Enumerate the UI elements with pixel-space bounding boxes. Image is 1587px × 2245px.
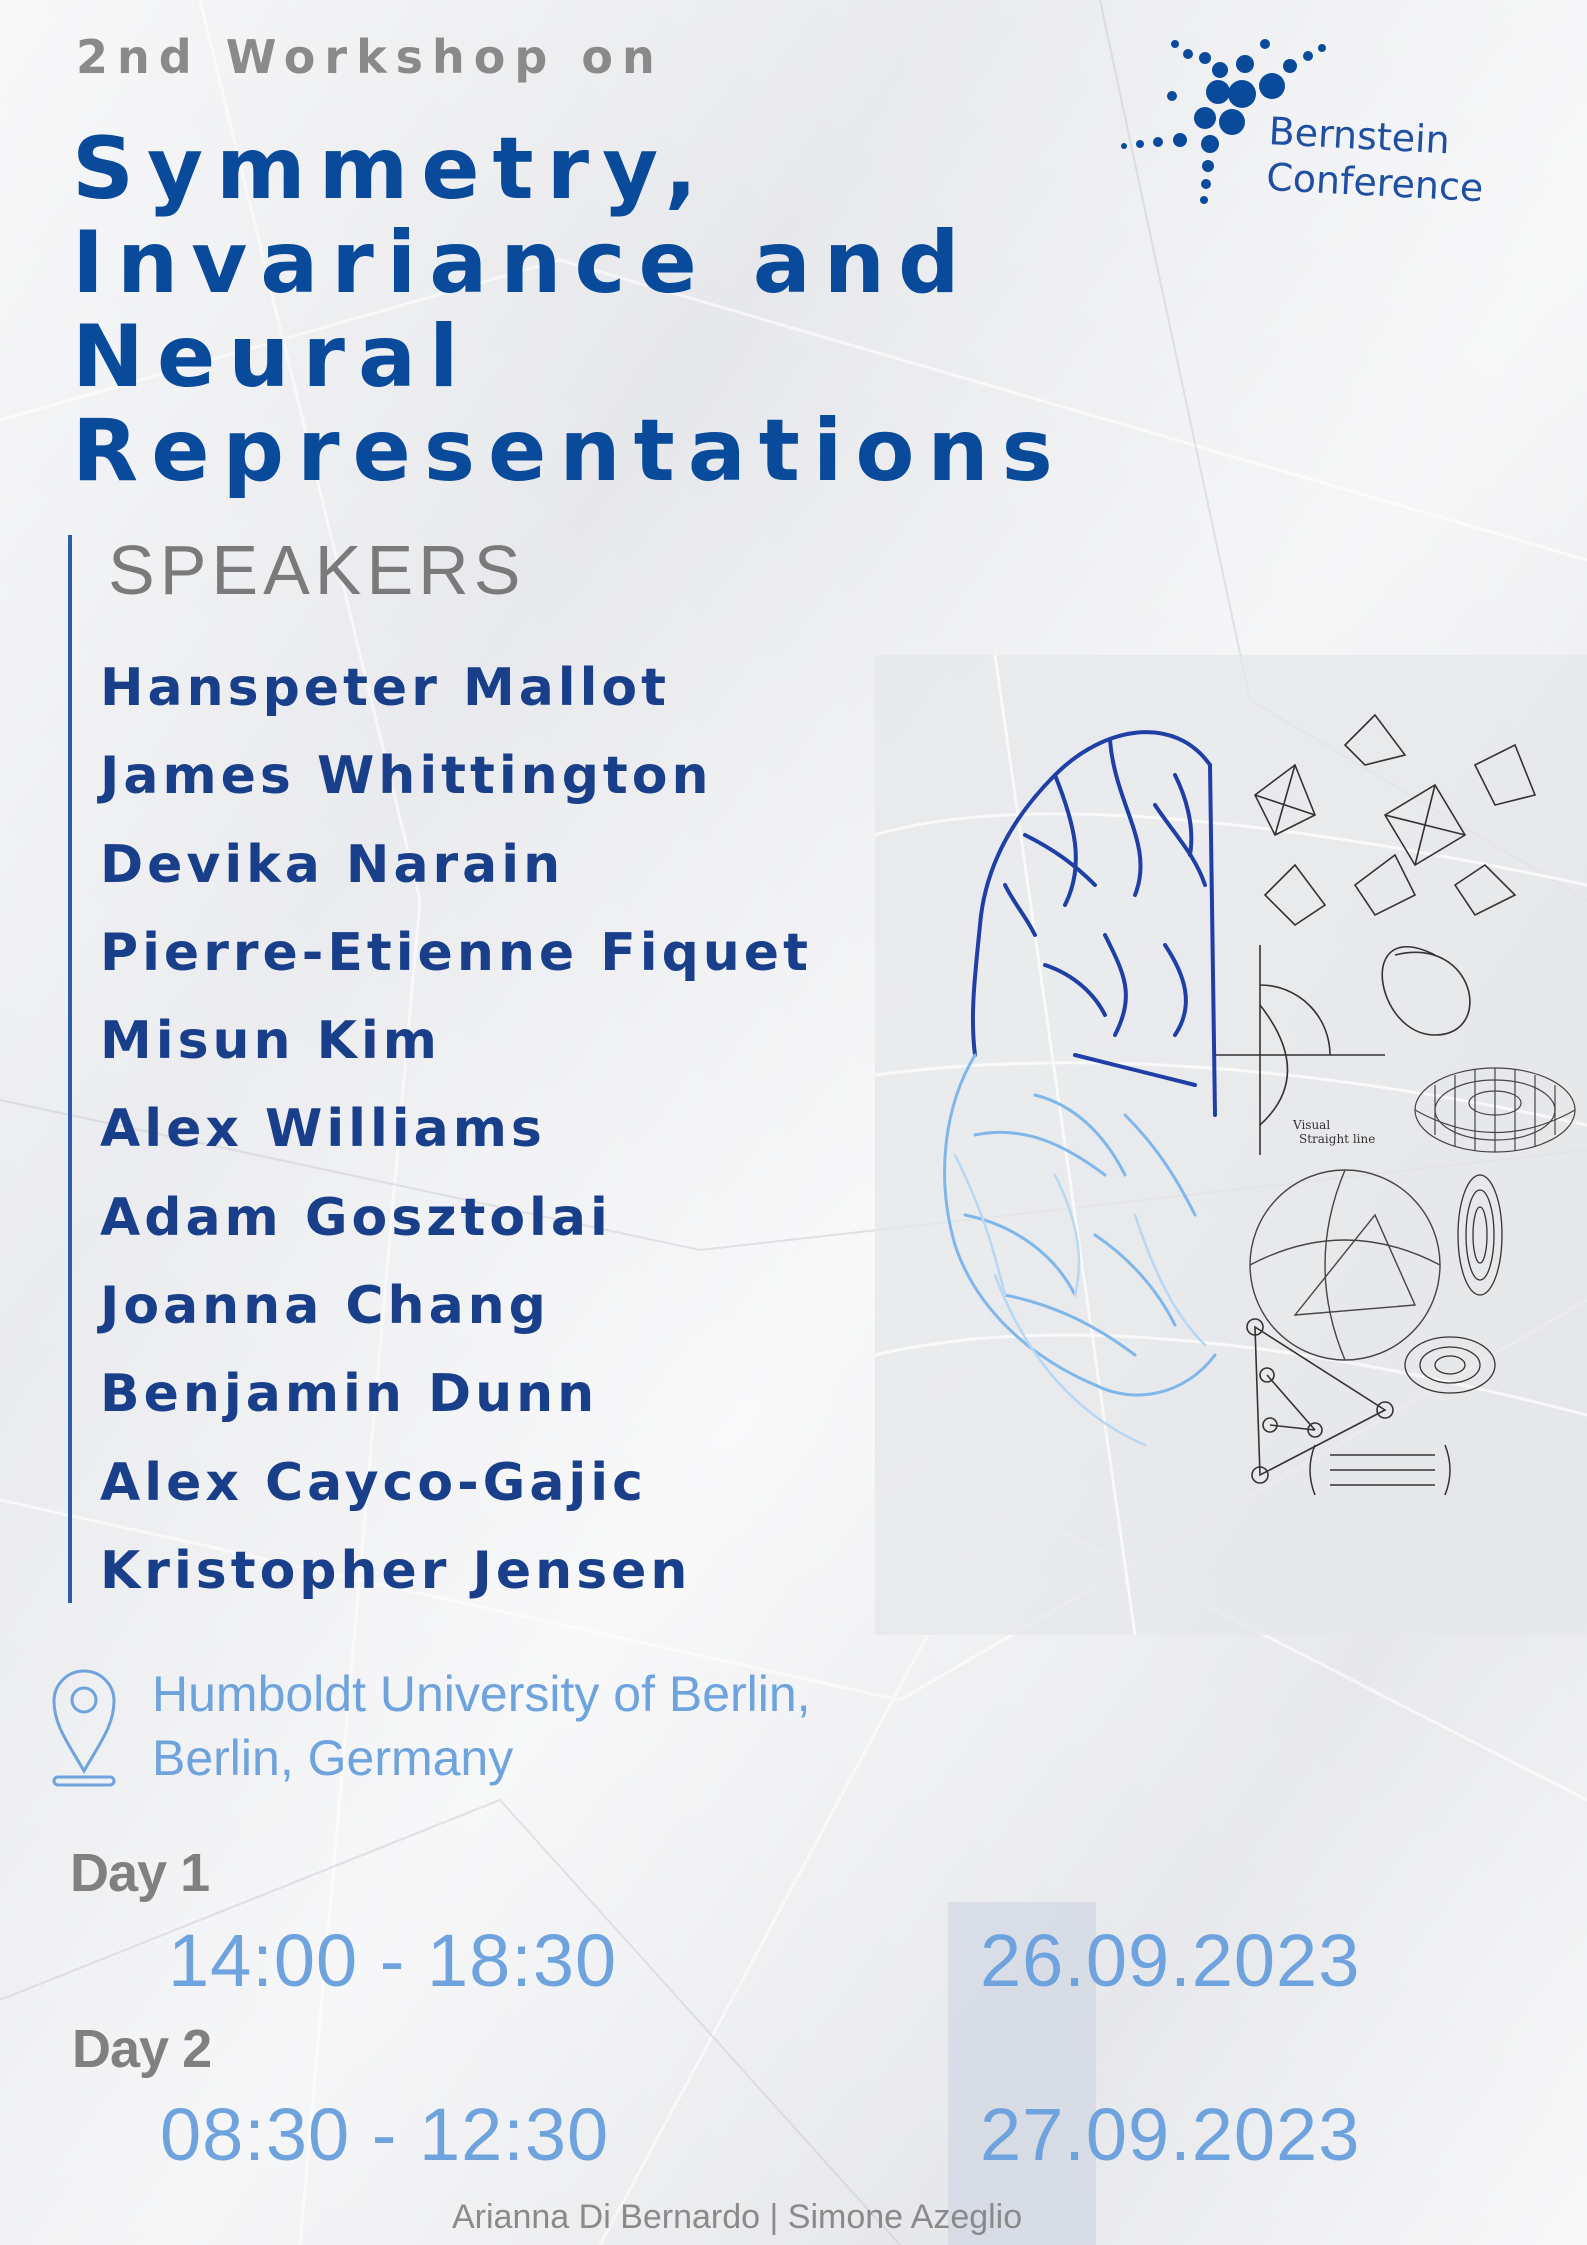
title-line: Neural: [72, 307, 472, 407]
speaker-name: Joanna Chang: [100, 1276, 550, 1337]
day-2-label: Day 2: [72, 2019, 212, 2079]
map-pin-icon: [52, 1669, 116, 1787]
speaker-name: Benjamin Dunn: [100, 1364, 599, 1425]
day-1-date: 26.09.2023: [980, 1919, 1361, 2002]
speaker-name: Alex Cayco-Gajic: [100, 1452, 647, 1513]
title-line: Representations: [72, 401, 1066, 501]
speaker-list: Hanspeter Mallot James Whittington Devik…: [100, 658, 812, 1629]
workshop-title: Symmetry, Invariance and Neural Represen…: [72, 122, 1066, 498]
organizer-credits: Arianna Di Bernardo | Simone Azeglio: [452, 2198, 1023, 2236]
speaker-name: James Whittington: [100, 746, 713, 807]
speakers-accent-bar: [68, 535, 72, 1603]
speakers-heading: SPEAKERS: [108, 531, 526, 609]
brain-geometry-illustration: Visual Straight line: [875, 655, 1587, 1635]
speaker-name: Pierre-Etienne Fiquet: [100, 922, 812, 983]
day-2-date: 27.09.2023: [980, 2093, 1361, 2176]
label-line: Straight line: [1299, 1132, 1375, 1146]
label-line: Visual: [1292, 1118, 1330, 1132]
speaker-name: Adam Gosztolai: [100, 1187, 612, 1248]
speaker-name: Misun Kim: [100, 1011, 441, 1072]
day-2-time: 08:30 - 12:30: [160, 2093, 610, 2176]
venue-address: Humboldt University of Berlin, Berlin, G…: [152, 1662, 811, 1790]
day-1-time: 14:00 - 18:30: [168, 1919, 618, 2002]
title-line: Invariance and: [72, 213, 973, 313]
title-line: Symmetry,: [72, 119, 711, 219]
speaker-name: Alex Williams: [100, 1099, 546, 1160]
address-line: Berlin, Germany: [152, 1730, 514, 1786]
speaker-name: Hanspeter Mallot: [100, 658, 671, 718]
speaker-name: Kristopher Jensen: [100, 1540, 692, 1601]
speaker-name: Devika Narain: [100, 834, 565, 895]
day-1-label: Day 1: [70, 1843, 210, 1903]
address-line: Humboldt University of Berlin,: [152, 1666, 811, 1722]
workshop-eyebrow: 2nd Workshop on: [76, 30, 664, 84]
bernstein-logo-text: Bernstein Conference: [1265, 108, 1487, 211]
